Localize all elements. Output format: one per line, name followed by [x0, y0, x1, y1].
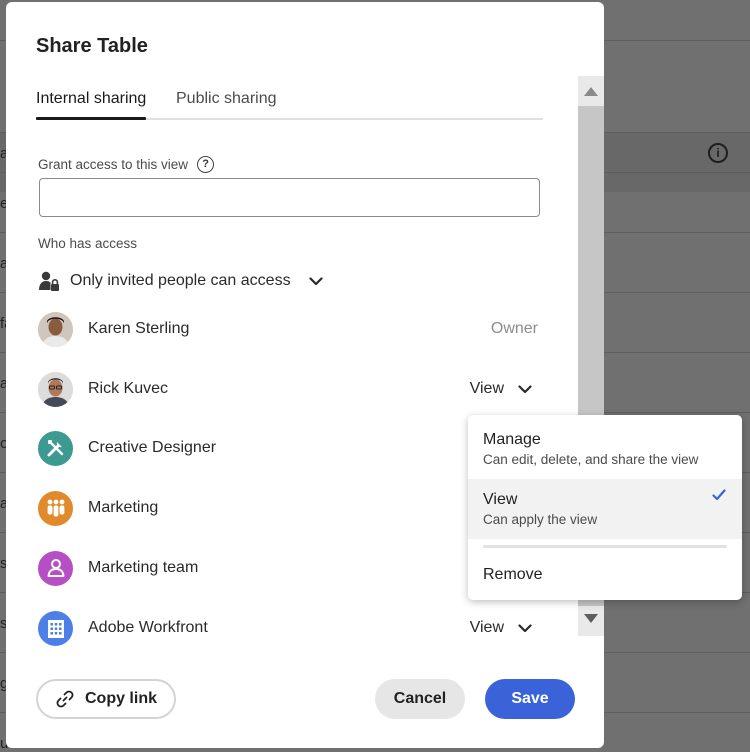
tab-bar: Internal sharing Public sharing: [36, 90, 543, 120]
checkmark-icon: [712, 489, 726, 501]
list-item: Marketing team: [38, 550, 538, 586]
person-name: Adobe Workfront: [88, 619, 208, 636]
permission-value: View: [469, 619, 504, 636]
person-photo-icon: [38, 311, 73, 347]
list-item: Adobe Workfront View: [38, 610, 538, 646]
person-name: Creative Designer: [88, 439, 217, 456]
menu-item-label: Remove: [483, 566, 543, 583]
tools-icon: [47, 440, 63, 457]
grant-access-input[interactable]: [39, 178, 540, 217]
scroll-down-arrow-icon[interactable]: [584, 614, 598, 623]
person-name: Marketing: [88, 499, 159, 516]
avatar: [38, 550, 73, 586]
dialog-title: Share Table: [36, 35, 148, 57]
list-item: Karen Sterling Owner: [38, 311, 538, 347]
copy-link-button[interactable]: Copy link: [36, 679, 176, 719]
grant-access-label: Grant access to this view ?: [38, 156, 215, 173]
menu-divider: [483, 545, 727, 548]
avatar: [38, 610, 73, 646]
owner-label: Owner: [490, 320, 538, 337]
permission-picker[interactable]: View: [470, 619, 532, 637]
user-lock-icon: [39, 271, 59, 291]
avatar: [38, 490, 73, 526]
chevron-down-icon: [518, 384, 532, 393]
building-icon: [47, 620, 64, 638]
menu-item-remove[interactable]: Remove: [468, 555, 742, 595]
grant-access-label-text: Grant access to this view: [38, 157, 189, 172]
active-tab-indicator: [36, 117, 146, 120]
menu-item-view[interactable]: View Can apply the view: [468, 479, 742, 539]
cancel-button[interactable]: Cancel: [375, 679, 465, 719]
menu-item-description: Can apply the view: [483, 512, 598, 527]
chevron-down-icon: [308, 276, 323, 285]
menu-item-manage[interactable]: Manage Can edit, delete, and share the v…: [468, 415, 742, 477]
user-icon: [47, 559, 64, 577]
group-icon: [47, 499, 64, 517]
help-icon[interactable]: ?: [197, 156, 215, 173]
avatar: [38, 430, 73, 466]
list-item: Creative Designer: [38, 430, 538, 466]
list-item: Rick Kuvec View: [38, 371, 538, 407]
info-icon[interactable]: i: [708, 143, 728, 163]
tab-public-sharing[interactable]: Public sharing: [176, 90, 277, 116]
menu-item-label: View: [483, 491, 518, 508]
person-name: Karen Sterling: [88, 320, 190, 337]
tab-internal-sharing[interactable]: Internal sharing: [36, 90, 146, 116]
person-photo-icon: [38, 371, 73, 407]
list-item: Marketing: [38, 490, 538, 526]
copy-link-label: Copy link: [84, 690, 157, 707]
person-name: Rick Kuvec: [88, 380, 169, 397]
scroll-up-arrow-icon[interactable]: [584, 87, 598, 96]
menu-item-description: Can edit, delete, and share the view: [483, 452, 699, 467]
chevron-down-icon: [518, 623, 532, 632]
permission-value: View: [469, 380, 504, 397]
who-has-access-label: Who has access: [38, 236, 138, 251]
permission-menu: Manage Can edit, delete, and share the v…: [468, 415, 742, 600]
share-dialog: Share Table Internal sharing Public shar…: [6, 2, 604, 748]
avatar: [38, 311, 73, 347]
permission-picker[interactable]: View: [470, 380, 532, 398]
person-name: Marketing team: [88, 559, 199, 576]
access-mode-value: Only invited people can access: [70, 272, 291, 289]
menu-item-label: Manage: [483, 431, 541, 448]
access-mode-picker[interactable]: Only invited people can access: [38, 268, 323, 294]
link-icon: [56, 690, 74, 708]
avatar: [38, 371, 73, 407]
save-button[interactable]: Save: [485, 679, 575, 719]
